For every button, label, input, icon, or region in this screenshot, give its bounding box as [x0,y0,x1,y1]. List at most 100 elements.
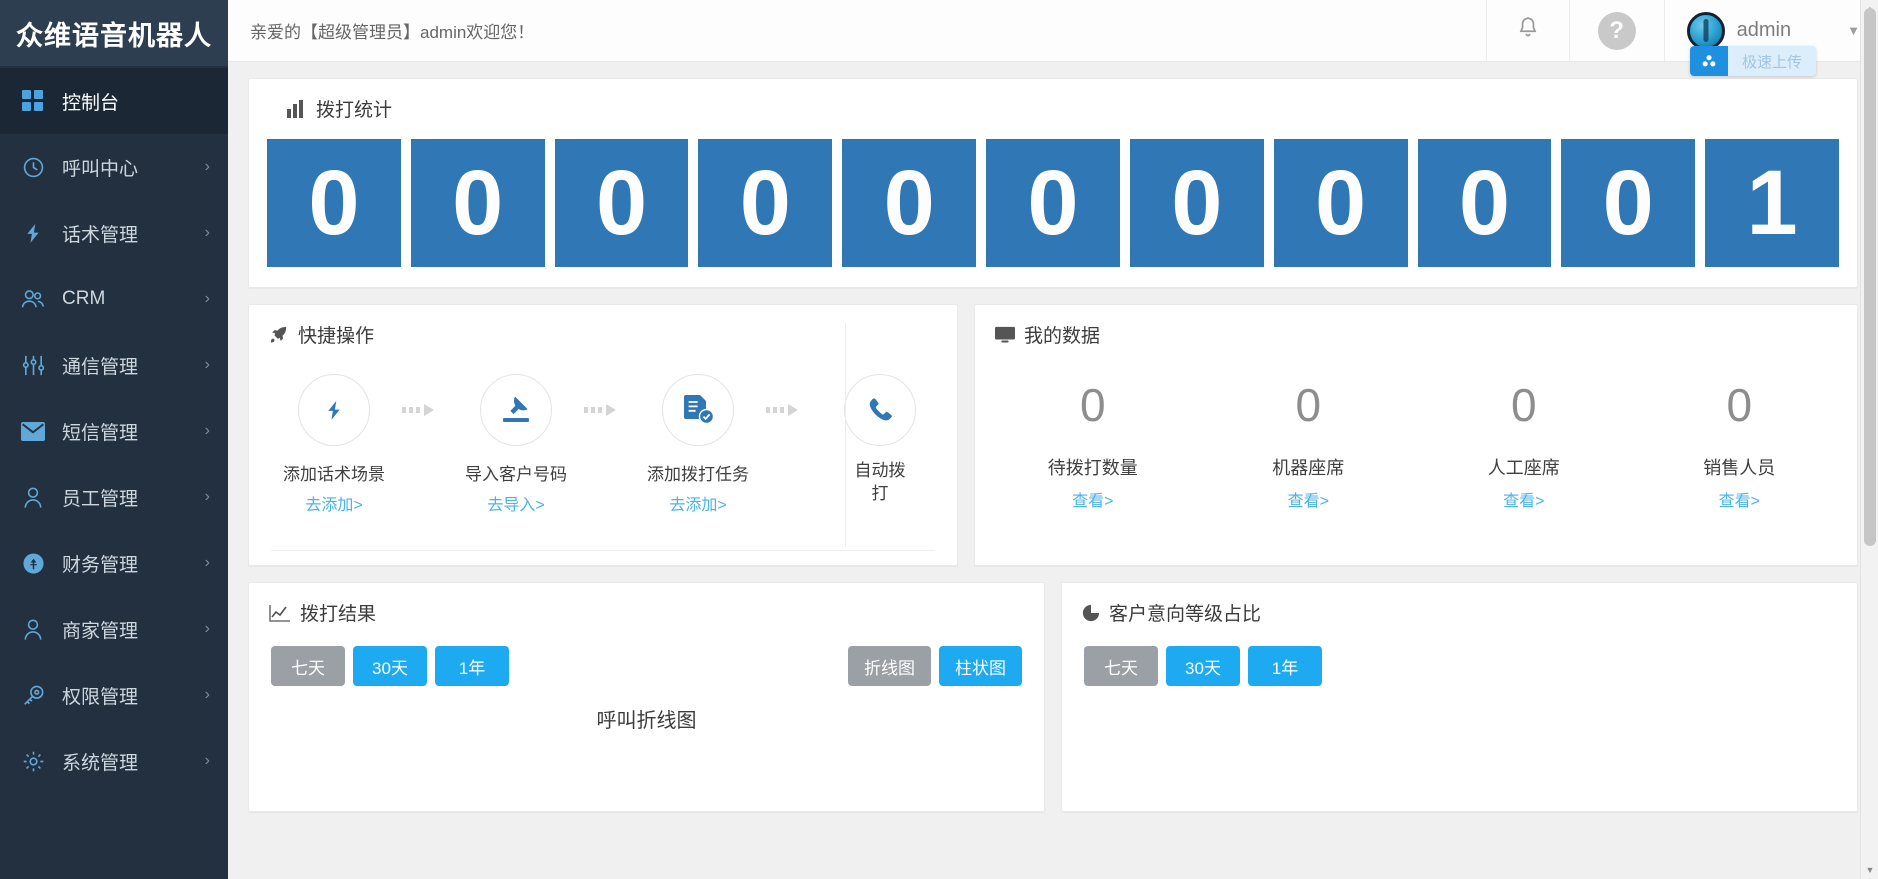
sidebar-item-财务管理[interactable]: 财务管理 › [0,530,228,596]
my-data-link[interactable]: 查看> [1632,487,1848,511]
sidebar-nav: 控制台 呼叫中心 › 话术管理 › CRM › 通信管理 › 短信管理 › 员工管理 › 财务管理 › 商家管… [0,66,228,879]
app-logo[interactable]: 众维语音机器人 [0,0,228,66]
flow-arrow-icon [575,374,639,446]
bell-icon [1515,15,1541,46]
quick-actions-bottom-divider [271,550,935,551]
topbar-right-actions: ? admin ▼ [1485,0,1878,61]
quick-action-step[interactable]: 导入客户号码去导入> [457,374,575,515]
call-result-range-button-2[interactable]: 1年 [435,646,509,686]
quick-actions-divider [845,323,846,547]
call-result-type-button-0[interactable]: 折线图 [848,646,931,686]
sidebar-item-呼叫中心[interactable]: 呼叫中心 › [0,134,228,200]
lightning-icon [298,374,370,446]
statistic-digit: 0 [1129,139,1264,267]
clock-icon [16,156,50,179]
page-scrollbar[interactable]: ▲ ▼ [1860,0,1878,879]
my-data-title: 我的数据 [975,305,1857,348]
chevron-right-icon: › [204,158,210,175]
flow-arrow-icon [757,374,821,446]
quick-action-step[interactable]: 添加拨打任务去添加> [639,374,757,515]
statistic-digit: 0 [554,139,689,267]
statistic-digit: 1 [1705,139,1839,267]
my-data-value: 0 [1510,379,1537,431]
extension-badge[interactable]: 极速上传 [1689,46,1816,76]
sliders-icon [16,354,50,377]
sidebar-item-label: 呼叫中心 [62,158,139,180]
chevron-right-icon: › [204,488,210,505]
quick-actions-title: 快捷操作 [249,305,957,348]
call-result-range-button-0[interactable]: 七天 [271,646,345,686]
sidebar-item-短信管理[interactable]: 短信管理 › [0,398,228,464]
key-icon [16,684,50,707]
sidebar-item-label: 员工管理 [62,488,139,510]
quick-action-link[interactable]: 去添加> [275,491,393,515]
pie-chart-icon [1082,604,1100,622]
quick-action-link[interactable]: 去导入> [457,491,575,515]
my-data-link[interactable]: 查看> [985,487,1201,511]
my-data-link[interactable]: 查看> [1416,487,1632,511]
notification-button[interactable] [1485,0,1569,61]
intent-ratio-range-button-1[interactable]: 30天 [1166,646,1240,686]
call-result-range-button-1[interactable]: 30天 [353,646,427,686]
sidebar-item-通信管理[interactable]: 通信管理 › [0,332,228,398]
bar-chart-icon [287,99,307,118]
phone-icon [844,374,916,446]
call-result-title: 拨打结果 [249,583,1044,626]
scrollbar-down-arrow[interactable]: ▼ [1861,861,1878,879]
app-root: 众维语音机器人 控制台 呼叫中心 › 话术管理 › CRM › 通信管理 › 短信管理 › 员工管理 ›… [0,0,1878,879]
my-data-cell: 0 机器座席 查看> [1201,382,1417,511]
statistic-digit: 0 [410,139,545,267]
sidebar-item-label: 控制台 [62,92,120,114]
statistic-digit: 0 [267,139,401,267]
quick-action-link[interactable]: 去添加> [639,491,757,515]
help-button[interactable]: ? [1568,0,1664,61]
quick-action-step[interactable]: 添加话术场景 去添加> [275,374,393,515]
user-name: admin [1736,19,1792,41]
sidebar-item-label: 商家管理 [62,620,139,642]
sidebar-item-crm[interactable]: CRM › [0,266,228,332]
rocket-icon [269,325,289,345]
sidebar-item-权限管理[interactable]: 权限管理 › [0,662,228,728]
question-mark-icon: ? [1597,11,1636,50]
chevron-down-icon[interactable]: ▼ [1847,23,1860,38]
chevron-right-icon: › [204,752,210,769]
my-data-card: 我的数据 0 待拨打数量 查看> 0 机器座席 查看> 0 人工座席 查看> 0 销售人员 查看> [974,304,1858,566]
chevron-right-icon: › [204,620,210,637]
sidebar-item-label: 话术管理 [62,224,139,246]
sidebar-item-系统管理[interactable]: 系统管理 › [0,728,228,794]
sidebar-item-label: 权限管理 [62,686,139,708]
sidebar-item-员工管理[interactable]: 员工管理 › [0,464,228,530]
my-data-label: 机器座席 [1272,458,1345,478]
intent-ratio-range-buttons: 七天 30天 1年 [1084,646,1330,686]
scrollbar-thumb[interactable] [1864,8,1876,546]
envelope-icon [16,421,50,441]
app-logo-text: 众维语音机器人 [16,20,212,51]
lightning-icon [16,222,50,245]
quick-actions-title-text: 快捷操作 [298,326,375,347]
quick-action-label: 导入客户号码 [465,465,567,484]
intent-ratio-title: 客户意向等级占比 [1062,583,1857,626]
money-icon [16,552,50,575]
my-data-link[interactable]: 查看> [1201,487,1417,511]
user-icon [16,618,50,641]
call-result-type-button-1[interactable]: 柱状图 [939,646,1022,686]
flow-arrow-icon [393,374,457,446]
quick-action-step[interactable]: 自动拨打 [821,374,939,506]
call-result-card: 拨打结果 七天 30天 1年 折线图 柱状图 呼叫折线图 [248,582,1045,812]
chevron-right-icon: › [204,224,210,241]
intent-ratio-range-button-2[interactable]: 1年 [1248,646,1322,686]
cloud-upload-icon [1689,46,1728,76]
my-data-cell: 0 待拨打数量 查看> [985,382,1201,511]
statistic-digit: 0 [1561,139,1696,267]
quick-action-label: 添加拨打任务 [647,465,749,484]
statistic-digit: 0 [1273,139,1408,267]
statistic-digit: 0 [842,139,977,267]
sidebar-item-商家管理[interactable]: 商家管理 › [0,596,228,662]
sidebar-item-label: 短信管理 [62,422,139,444]
intent-ratio-range-button-0[interactable]: 七天 [1084,646,1158,686]
my-data-label: 销售人员 [1703,458,1776,478]
sidebar-item-label: 财务管理 [62,554,139,576]
topbar: 亲爱的【超级管理员】admin欢迎您！ ? admin ▼ [228,0,1878,62]
sidebar-item-控制台[interactable]: 控制台 [0,68,228,134]
sidebar-item-话术管理[interactable]: 话术管理 › [0,200,228,266]
